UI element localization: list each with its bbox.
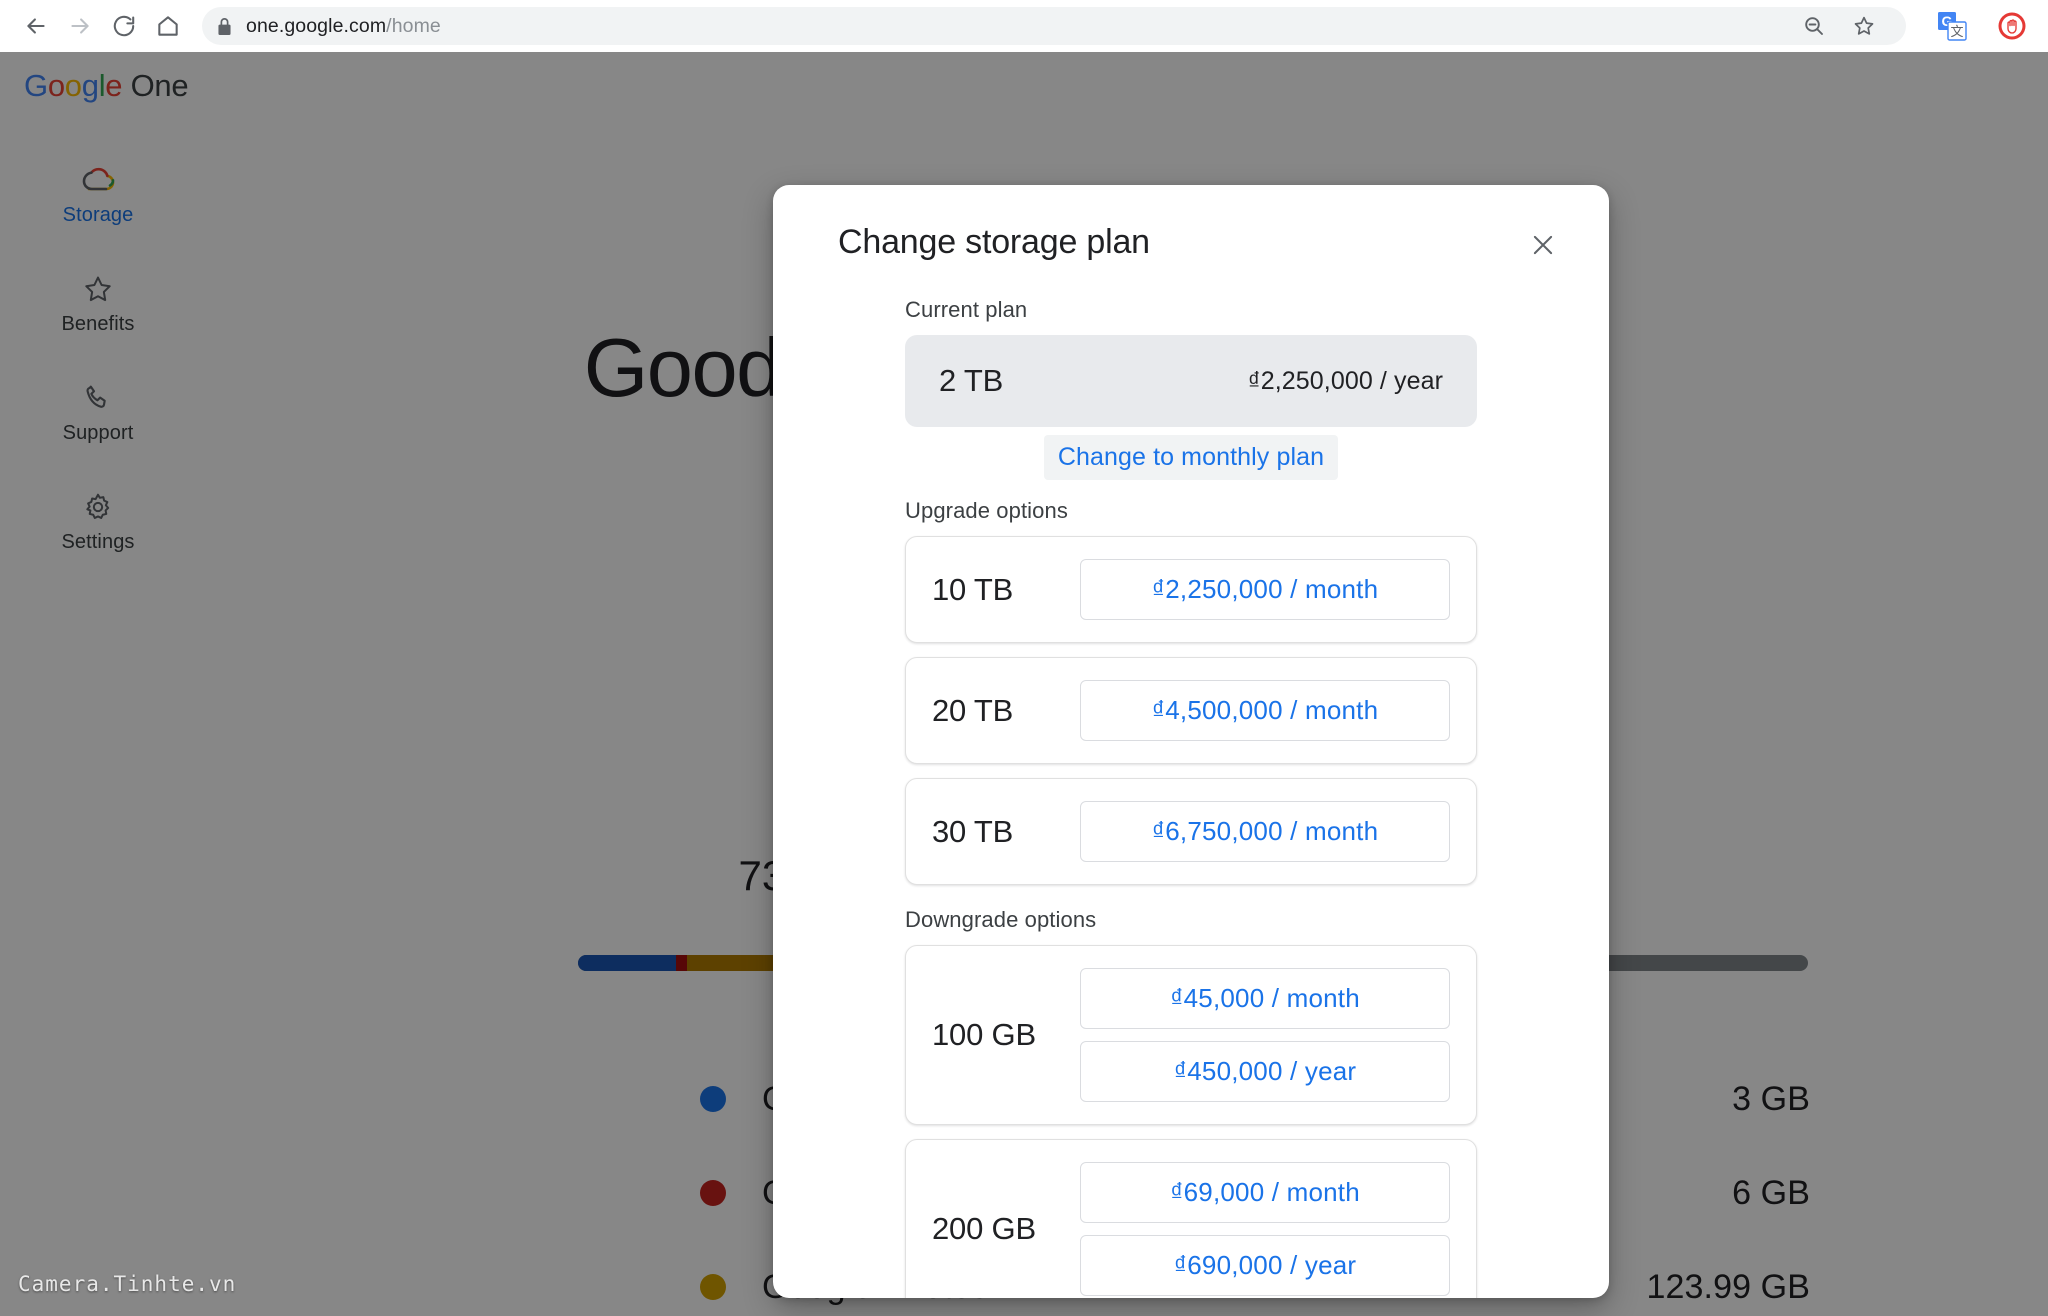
watermark: Camera.Tinhte.vn <box>18 1272 237 1296</box>
price-button[interactable]: ₫2,250,000 / month <box>1080 559 1450 620</box>
price-button[interactable]: ₫4,500,000 / month <box>1080 680 1450 741</box>
current-plan-price: ₫2,250,000 / year <box>1247 366 1443 395</box>
upgrade-options-label: Upgrade options <box>905 498 1068 523</box>
url-path: /home <box>386 14 441 37</box>
plan-size: 20 TB <box>932 692 1014 728</box>
change-storage-plan-dialog: Change storage plan Current plan 2 TB ₫2… <box>773 185 1609 1298</box>
change-to-monthly-plan-button[interactable]: Change to monthly plan <box>1043 435 1339 480</box>
google-translate-icon: G 文 <box>1937 11 1967 41</box>
plan-option-30tb[interactable]: 30 TB ₫6,750,000 / month <box>905 778 1477 885</box>
page-viewport: Google One Storage Benefits Support Sett… <box>0 52 2048 1316</box>
adblock-icon <box>1997 11 2027 41</box>
price-options: ₫6,750,000 / month <box>1080 801 1450 862</box>
close-button[interactable] <box>1521 225 1565 269</box>
plan-size: 200 GB <box>932 1211 1036 1246</box>
current-plan-label: Current plan <box>905 297 1028 322</box>
reload-button[interactable] <box>102 4 146 48</box>
home-icon <box>155 13 181 39</box>
back-arrow-icon <box>23 13 49 39</box>
reload-icon <box>111 13 137 39</box>
dialog-header: Change storage plan <box>773 185 1609 269</box>
svg-text:文: 文 <box>1950 24 1963 39</box>
plan-size: 10 TB <box>932 571 1014 607</box>
close-icon <box>1528 230 1558 265</box>
zoom-out-button[interactable] <box>1792 4 1836 48</box>
price-options: ₫69,000 / month ₫690,000 / year <box>1080 1162 1450 1296</box>
price-options: ₫45,000 / month ₫450,000 / year <box>1080 968 1450 1102</box>
dialog-body: Current plan 2 TB ₫2,250,000 / year Chan… <box>773 297 1609 1298</box>
dialog-title: Change storage plan <box>838 223 1150 261</box>
adblock-button[interactable] <box>1990 4 2034 48</box>
plan-option-20tb[interactable]: 20 TB ₫4,500,000 / month <box>905 657 1477 764</box>
url-text: one.google.com/home <box>246 15 441 38</box>
price-button[interactable]: ₫690,000 / year <box>1080 1235 1450 1296</box>
plan-size: 100 GB <box>932 1017 1036 1052</box>
price-button[interactable]: ₫450,000 / year <box>1080 1041 1450 1102</box>
bookmark-button[interactable] <box>1842 4 1886 48</box>
price-options: ₫4,500,000 / month <box>1080 680 1450 741</box>
url-domain: one.google.com <box>246 14 387 37</box>
price-button[interactable]: ₫69,000 / month <box>1080 1162 1450 1223</box>
price-options: ₫2,250,000 / month <box>1080 559 1450 620</box>
plan-size: 30 TB <box>932 813 1014 849</box>
browser-toolbar: one.google.com/home G 文 <box>0 0 2048 52</box>
zoom-out-icon <box>1802 14 1826 38</box>
current-plan-card: 2 TB ₫2,250,000 / year <box>905 335 1477 427</box>
plan-option-200gb[interactable]: 200 GB ₫69,000 / month ₫690,000 / year <box>905 1139 1477 1298</box>
lock-icon <box>216 17 233 36</box>
price-button[interactable]: ₫45,000 / month <box>1080 968 1450 1029</box>
change-billing-row: Change to monthly plan <box>905 435 1477 480</box>
current-plan-size: 2 TB <box>939 363 1004 398</box>
home-button[interactable] <box>146 4 190 48</box>
star-icon <box>1852 14 1876 38</box>
extension-icons: G 文 <box>1916 4 2034 48</box>
forward-arrow-icon <box>67 13 93 39</box>
plan-option-100gb[interactable]: 100 GB ₫45,000 / month ₫450,000 / year <box>905 945 1477 1125</box>
address-bar[interactable]: one.google.com/home <box>202 7 1906 45</box>
back-button[interactable] <box>14 4 58 48</box>
price-button[interactable]: ₫6,750,000 / month <box>1080 801 1450 862</box>
translate-button[interactable]: G 文 <box>1930 4 1974 48</box>
plan-option-10tb[interactable]: 10 TB ₫2,250,000 / month <box>905 536 1477 643</box>
forward-button[interactable] <box>58 4 102 48</box>
downgrade-options-label: Downgrade options <box>905 907 1097 932</box>
